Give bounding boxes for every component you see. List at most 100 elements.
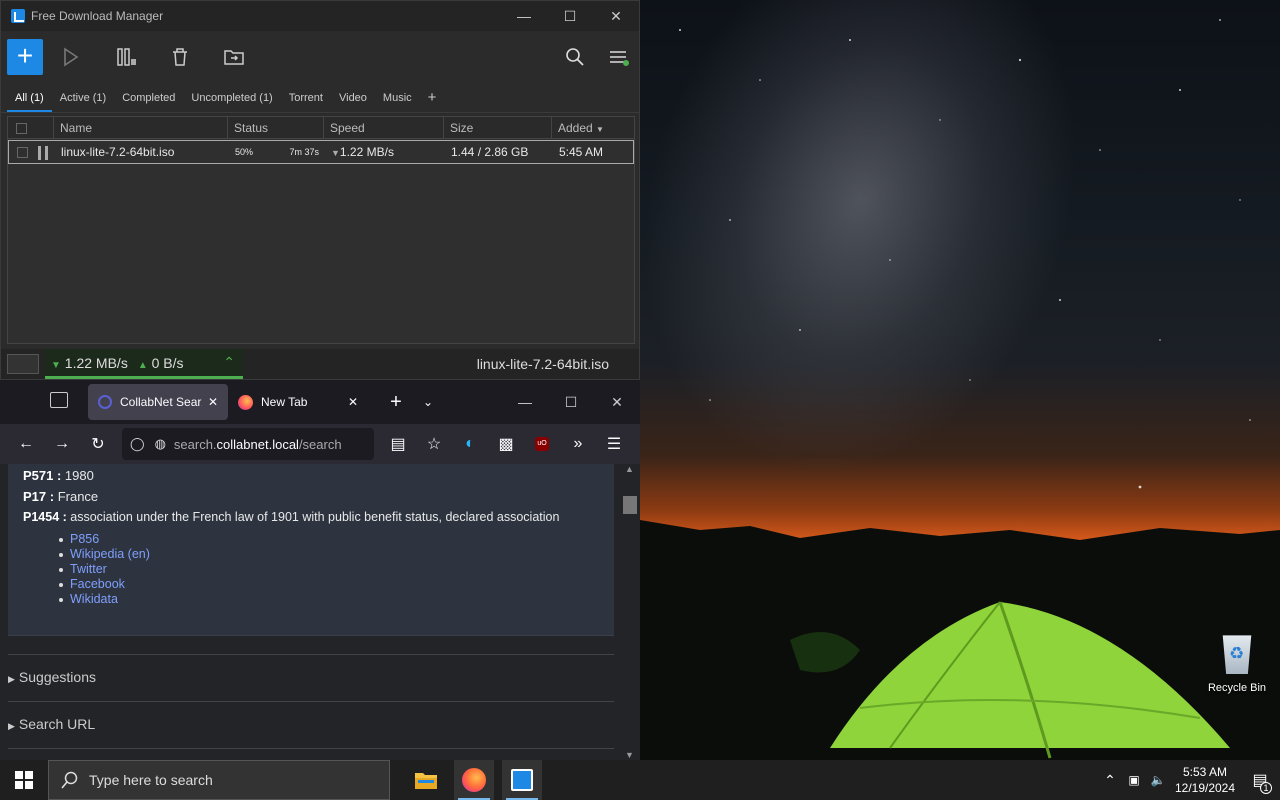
minimize-icon[interactable]: — <box>501 1 547 31</box>
pause-all-button[interactable] <box>101 39 151 75</box>
table-row[interactable]: linux-lite-7.2-64bit.iso 50% 7m 37s ▼1.2… <box>8 140 634 164</box>
clock-date: 12/19/2024 <box>1174 781 1236 795</box>
close-tab-icon[interactable]: ✕ <box>348 395 358 409</box>
link-wikidata[interactable]: Wikidata <box>59 592 614 607</box>
section-title: Search URL <box>18 716 96 732</box>
recycle-bin[interactable]: Recycle Bin <box>1204 632 1270 702</box>
tab-completed[interactable]: Completed <box>114 92 183 112</box>
section-title: Suggestions <box>18 669 96 685</box>
delete-button[interactable] <box>155 39 205 75</box>
minimize-icon[interactable]: — <box>502 387 548 417</box>
tracking-shield-icon[interactable]: ◯ <box>130 436 145 452</box>
link-twitter[interactable]: Twitter <box>59 562 614 577</box>
maximize-icon[interactable]: ☐ <box>547 1 593 31</box>
fdm-taskbar-button[interactable] <box>502 760 542 800</box>
link-facebook[interactable]: Facebook <box>59 577 614 592</box>
new-tab-button[interactable]: + <box>380 386 412 418</box>
scrollbar[interactable]: ▲ ▼ <box>622 464 638 760</box>
chevron-up-icon[interactable]: ⌃ <box>1098 772 1122 789</box>
close-icon[interactable]: ✕ <box>593 1 639 31</box>
notification-count: 1 <box>1260 782 1272 794</box>
search-icon <box>566 48 584 66</box>
maximize-icon[interactable]: ☐ <box>548 387 594 417</box>
fdm-status-bar: ▼ 1.22 MB/s ▲ 0 B/s ⌃ linux-lite-7.2-64b… <box>1 349 639 379</box>
overflow-chevrons-icon[interactable]: » <box>562 428 594 460</box>
link-wikipedia[interactable]: Wikipedia (en) <box>59 547 614 562</box>
taskbar-search[interactable]: Type here to search <box>48 760 390 800</box>
reader-view-icon[interactable]: ▤ <box>382 428 414 460</box>
row-checkbox[interactable] <box>17 147 28 159</box>
list-tabs-chevron-icon[interactable]: ⌄ <box>412 386 444 418</box>
pause-icon[interactable] <box>38 145 48 160</box>
tab-all[interactable]: All (1) <box>7 92 52 112</box>
select-all-column[interactable] <box>8 117 54 138</box>
search-icon <box>61 771 78 789</box>
download-speed: 1.22 MB/s <box>339 145 394 159</box>
action-center-button[interactable]: ▤ 1 <box>1240 770 1280 794</box>
url-bar[interactable]: ◯ ◍ search. collabnet.local/search <box>122 428 374 460</box>
download-speed-cell: ▼1.22 MB/s <box>325 141 445 163</box>
download-added: 5:45 AM <box>559 145 604 159</box>
tab-video[interactable]: Video <box>331 92 375 112</box>
fdm-filter-tabs: All (1) Active (1) Completed Uncompleted… <box>1 83 639 113</box>
move-button[interactable] <box>209 39 259 75</box>
tab-music[interactable]: Music <box>375 92 420 112</box>
volume-muted-icon[interactable]: 🔈 <box>1146 773 1170 787</box>
download-name: linux-lite-7.2-64bit.iso <box>61 145 175 159</box>
dark-reader-icon[interactable]: ◐ <box>454 428 486 460</box>
tab-active[interactable]: Active (1) <box>52 92 114 112</box>
download-list: Name Status Speed Size Added ▼ linux-lit… <box>7 116 635 344</box>
expand-triangle-icon: ▶ <box>8 674 15 684</box>
tab-torrent[interactable]: Torrent <box>281 92 331 112</box>
close-icon[interactable]: ✕ <box>594 387 640 417</box>
file-explorer-button[interactable] <box>406 760 446 800</box>
link-p856[interactable]: P856 <box>59 532 614 547</box>
column-added[interactable]: Added ▼ <box>552 117 634 138</box>
up-speed: 0 B/s <box>151 354 184 371</box>
column-size[interactable]: Size <box>444 117 552 138</box>
column-status[interactable]: Status <box>228 117 324 138</box>
app-menu-icon[interactable]: ☰ <box>598 428 630 460</box>
clock[interactable]: 5:53 AM 12/19/2024 <box>1170 764 1240 796</box>
extensions-puzzle-icon[interactable]: ▩ <box>490 428 522 460</box>
chevron-up-icon[interactable]: ⌃ <box>223 354 235 371</box>
up-arrow-icon: ▲ <box>137 359 148 371</box>
close-tab-icon[interactable]: ✕ <box>208 395 218 409</box>
speed-indicator[interactable]: ▼ 1.22 MB/s ▲ 0 B/s ⌃ <box>45 349 243 379</box>
reload-icon[interactable]: ↻ <box>82 428 114 460</box>
tab-overview-icon[interactable] <box>50 392 68 408</box>
lock-icon[interactable]: ◍ <box>155 436 166 452</box>
column-name[interactable]: Name <box>54 117 228 138</box>
scroll-up-icon[interactable]: ▲ <box>625 464 634 474</box>
back-arrow-icon[interactable]: ← <box>10 428 42 460</box>
column-speed[interactable]: Speed <box>324 117 444 138</box>
network-icon[interactable]: ▣ <box>1122 773 1146 787</box>
fdm-title: Free Download Manager <box>31 9 164 23</box>
tab-new-tab[interactable]: New Tab ✕ <box>228 384 368 420</box>
current-file: linux-lite-7.2-64bit.iso <box>476 356 609 372</box>
tab-collabnet-search[interactable]: CollabNet SearXNG ✕ <box>88 384 228 420</box>
suggestions-section[interactable]: ▶ Suggestions <box>8 654 614 685</box>
resume-button[interactable] <box>47 39 97 75</box>
firefox-taskbar-button[interactable] <box>454 760 494 800</box>
search-button[interactable] <box>555 39 595 75</box>
add-tab-button[interactable]: + <box>420 89 445 112</box>
ublock-icon[interactable]: uO <box>526 428 558 460</box>
speed-mode-icon[interactable] <box>7 354 39 374</box>
tab-uncompleted[interactable]: Uncompleted (1) <box>183 92 280 112</box>
forward-arrow-icon[interactable]: → <box>46 428 78 460</box>
tab-title: CollabNet SearXNG <box>120 395 202 409</box>
url-prefix: search. <box>173 436 217 452</box>
bookmark-star-icon[interactable]: ☆ <box>418 428 450 460</box>
fdm-toolbar: + <box>1 31 639 83</box>
row-select-cell <box>9 141 55 163</box>
fdm-titlebar[interactable]: Free Download Manager — ☐ ✕ <box>1 1 639 31</box>
start-button[interactable] <box>0 760 48 800</box>
scrollbar-thumb[interactable] <box>623 496 637 514</box>
select-all-checkbox[interactable] <box>16 123 27 135</box>
menu-button[interactable] <box>599 39 639 75</box>
add-download-button[interactable]: + <box>7 39 43 75</box>
scroll-down-icon[interactable]: ▼ <box>625 750 634 760</box>
property-key: P571 : <box>23 468 62 483</box>
search-url-section[interactable]: ▶ Search URL <box>8 701 614 732</box>
